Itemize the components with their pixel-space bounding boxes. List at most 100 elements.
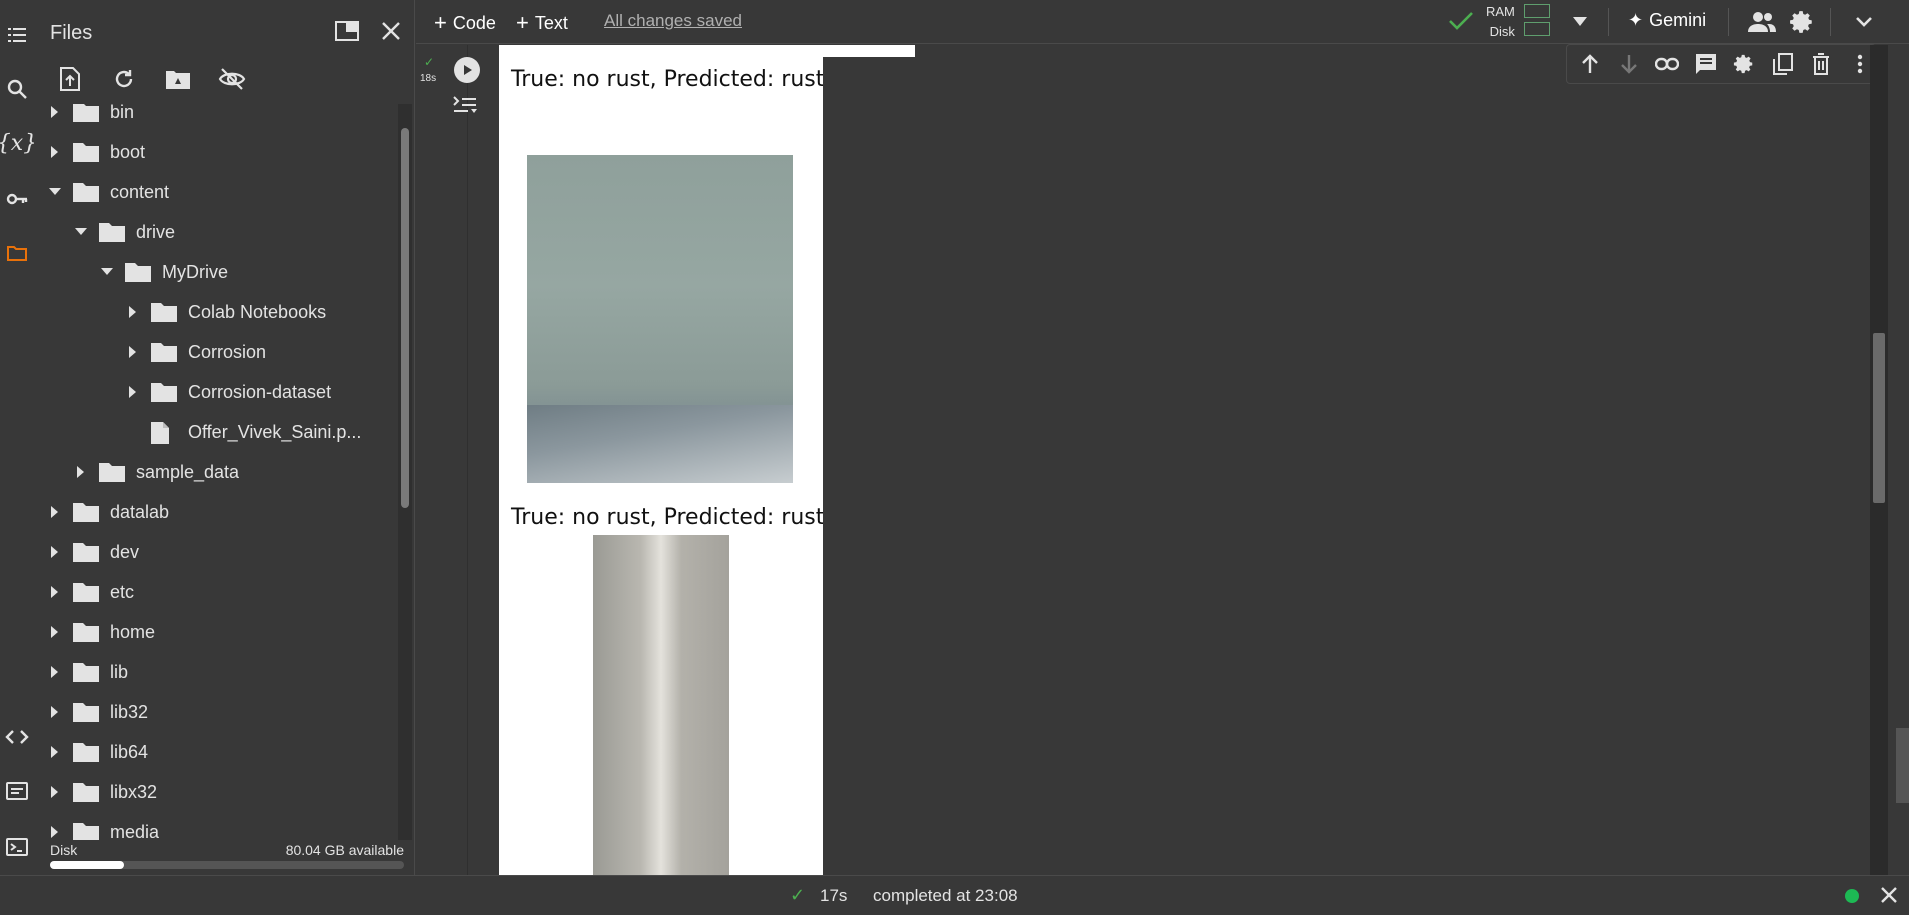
tree-item-label: Corrosion-dataset (188, 381, 332, 402)
collapsed-arrow-icon[interactable] (48, 585, 62, 599)
save-status-link[interactable]: All changes saved (604, 11, 742, 31)
search-icon[interactable] (2, 74, 32, 104)
tree-item-bin[interactable]: bin (34, 104, 396, 132)
close-status-icon[interactable] (1876, 882, 1902, 908)
tree-item-boot[interactable]: boot (34, 132, 396, 172)
tree-item-label: lib32 (110, 701, 149, 722)
tree-item-label: Corrosion (188, 341, 267, 362)
tree-item-offer-vivek-saini-p[interactable]: Offer_Vivek_Saini.p... (34, 412, 396, 452)
run-cell-button[interactable] (454, 57, 480, 83)
drive-folder-icon[interactable] (158, 62, 198, 96)
scrollbar-thumb[interactable] (401, 128, 409, 508)
tree-item-content[interactable]: content (34, 172, 396, 212)
collapsed-arrow-icon[interactable] (48, 745, 62, 759)
cell-settings-icon[interactable] (1729, 48, 1760, 80)
collapsed-arrow-icon[interactable] (48, 545, 62, 559)
add-code-button[interactable]: + Code (434, 10, 496, 36)
terminal-icon[interactable] (2, 832, 32, 862)
collapsed-arrow-icon[interactable] (48, 105, 62, 119)
page-scrollbar-thumb[interactable] (1896, 728, 1909, 803)
disk-usage-fill (50, 861, 125, 869)
tree-item-corrosion[interactable]: Corrosion (34, 332, 396, 372)
completed-status[interactable]: completed at 23:08 (873, 886, 1018, 906)
share-people-icon[interactable] (1746, 7, 1778, 37)
concrete-ledge (527, 405, 793, 483)
collapsed-arrow-icon[interactable] (48, 505, 62, 519)
collapsed-arrow-icon[interactable] (48, 825, 62, 839)
close-icon[interactable] (376, 16, 406, 46)
expanded-arrow-icon[interactable] (48, 185, 62, 199)
collapsed-arrow-icon[interactable] (126, 345, 140, 359)
tree-item-lib[interactable]: lib (34, 652, 396, 692)
output-actions-icon[interactable] (452, 93, 482, 119)
tree-item-libx32[interactable]: libx32 (34, 772, 396, 812)
add-text-button[interactable]: + Text (516, 10, 568, 36)
runtime-menu-chevron-icon[interactable] (1564, 7, 1596, 37)
tree-item-dev[interactable]: dev (34, 532, 396, 572)
collapsed-arrow-icon[interactable] (126, 385, 140, 399)
move-down-icon[interactable] (1614, 48, 1645, 80)
notebook-scrollbar[interactable] (1870, 45, 1888, 875)
refresh-icon[interactable] (104, 62, 144, 96)
folder-icon[interactable] (2, 238, 32, 268)
tree-item-label: lib64 (110, 741, 149, 762)
tree-item-home[interactable]: home (34, 612, 396, 652)
tree-item-label: drive (136, 221, 176, 242)
code-snippets-icon[interactable] (2, 722, 32, 752)
tree-item-mydrive[interactable]: MyDrive (34, 252, 396, 292)
tree-item-label: datalab (110, 501, 170, 522)
hide-icon[interactable] (212, 62, 252, 96)
move-up-icon[interactable] (1575, 48, 1606, 80)
table-of-contents-icon[interactable] (2, 20, 32, 50)
collapsed-arrow-icon[interactable] (74, 465, 88, 479)
tree-item-label: etc (110, 581, 135, 602)
tree-item-etc[interactable]: etc (34, 572, 396, 612)
variables-icon[interactable]: {x} (0, 128, 37, 158)
notebook-scrollbar-thumb[interactable] (1873, 333, 1885, 503)
tree-item-drive[interactable]: drive (34, 212, 396, 252)
resources-indicator[interactable]: RAM Disk (1486, 2, 1515, 42)
folder-icon (72, 181, 100, 203)
gemini-button[interactable]: ✦ Gemini (1628, 10, 1706, 31)
tree-item-lib64[interactable]: lib64 (34, 732, 396, 772)
plus-icon: + (516, 10, 529, 35)
tree-item-label: Colab Notebooks (188, 301, 327, 322)
link-icon[interactable] (1652, 48, 1683, 80)
delete-icon[interactable] (1806, 48, 1837, 80)
tree-item-media[interactable]: media (34, 812, 396, 840)
command-palette-icon[interactable] (2, 776, 32, 806)
collapsed-arrow-icon[interactable] (48, 145, 62, 159)
cell-gutter: ✓ 18s (416, 45, 442, 875)
tree-item-label: dev (110, 541, 140, 562)
collapsed-arrow-icon[interactable] (48, 665, 62, 679)
collapse-header-chevron-icon[interactable] (1848, 7, 1880, 37)
files-panel: Files bin boot content drive MyDrive Colab No… (34, 0, 415, 875)
mirror-cell-icon[interactable] (1768, 48, 1799, 80)
comment-icon[interactable] (1691, 48, 1722, 80)
tree-item-sample-data[interactable]: sample_data (34, 452, 396, 492)
tree-item-datalab[interactable]: datalab (34, 492, 396, 532)
tree-item-label: media (110, 821, 160, 841)
expanded-arrow-icon[interactable] (100, 265, 114, 279)
collapsed-arrow-icon[interactable] (48, 785, 62, 799)
divider (1608, 8, 1609, 36)
collapsed-arrow-icon[interactable] (126, 305, 140, 319)
upload-icon[interactable] (50, 62, 90, 96)
gemini-label: Gemini (1649, 10, 1707, 30)
disk-usage-mini-bar (1524, 22, 1550, 36)
key-icon[interactable] (2, 184, 32, 214)
settings-gear-icon[interactable] (1786, 7, 1818, 37)
connected-check-icon (1448, 10, 1474, 37)
collapsed-arrow-icon[interactable] (48, 705, 62, 719)
tree-item-colab-notebooks[interactable]: Colab Notebooks (34, 292, 396, 332)
colab-app: {x} Files bin boot content drive MyDrive… (0, 0, 1909, 915)
tree-item-corrosion-dataset[interactable]: Corrosion-dataset (34, 372, 396, 412)
file-tree-scrollbar[interactable] (398, 104, 412, 840)
disk-label: Disk (50, 842, 78, 858)
expanded-arrow-icon[interactable] (74, 225, 88, 239)
tree-item-lib32[interactable]: lib32 (34, 692, 396, 732)
collapsed-arrow-icon[interactable] (48, 625, 62, 639)
tree-item-label: content (110, 181, 170, 202)
folder-icon (150, 341, 178, 363)
open-in-tab-icon[interactable] (332, 16, 362, 46)
